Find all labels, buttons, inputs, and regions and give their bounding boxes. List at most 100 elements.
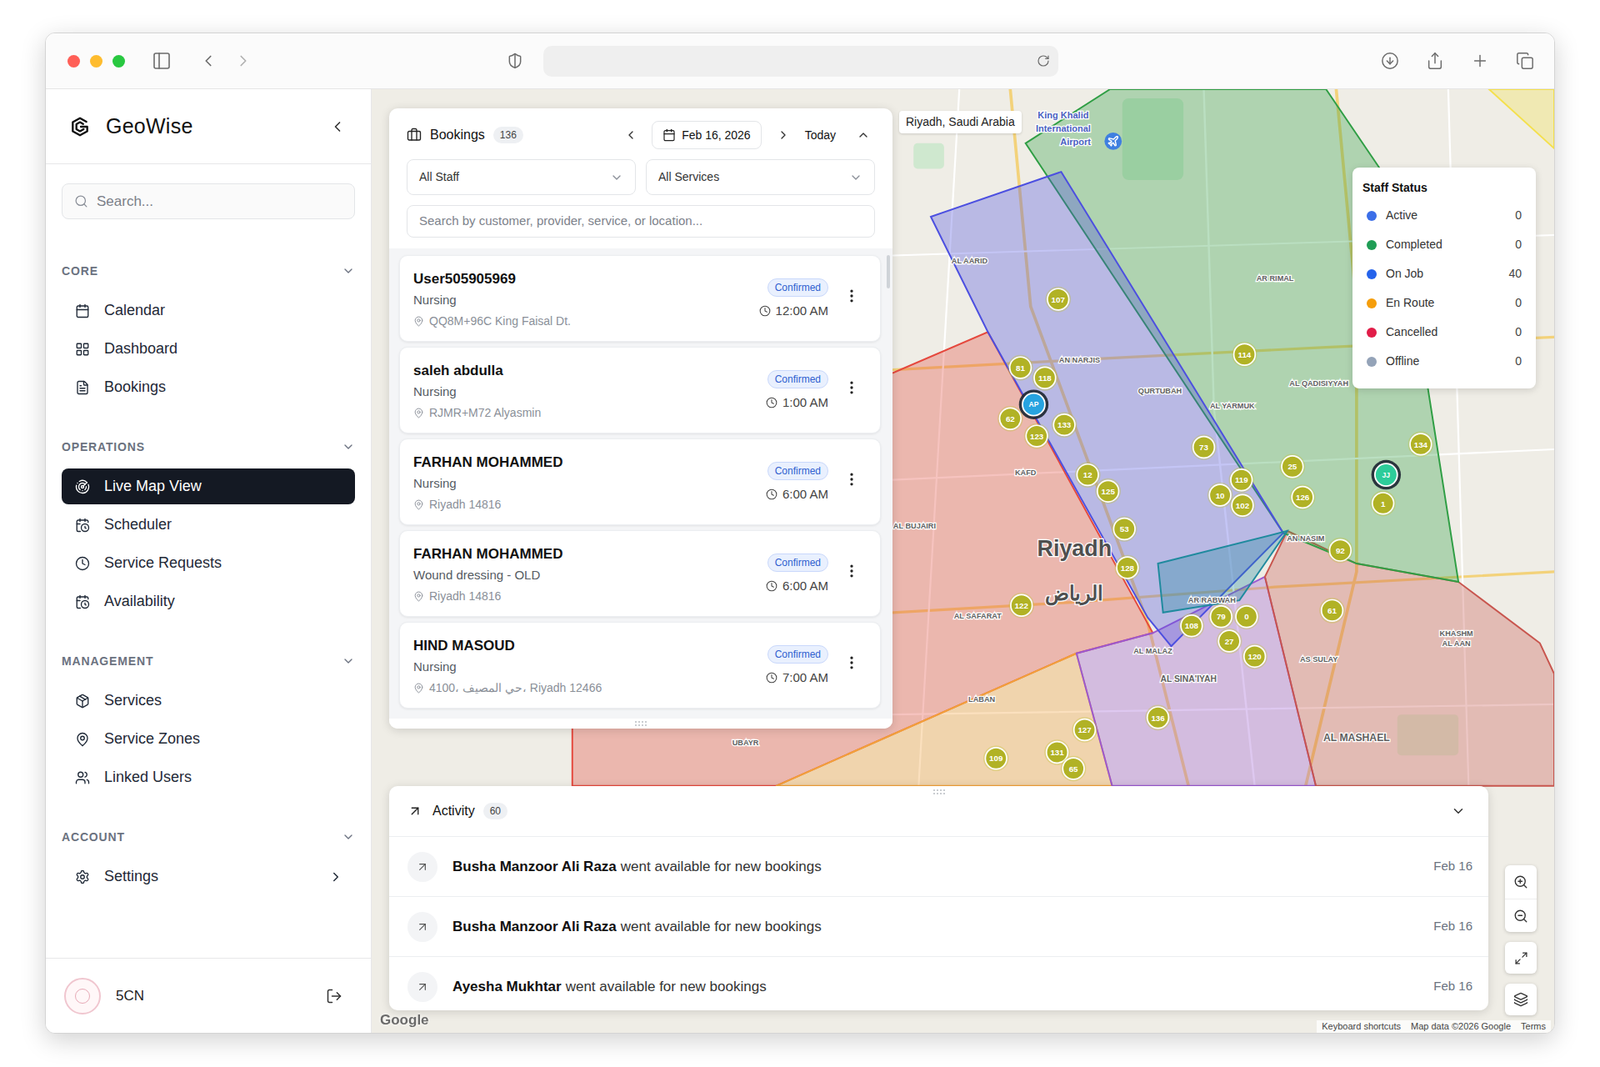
booking-card[interactable]: saleh abdullaNursingRJMR+M72 AlyasminCon… (399, 346, 881, 434)
cluster-marker[interactable]: 114 (1231, 341, 1258, 368)
staff-filter[interactable]: All Staff (406, 159, 636, 195)
cluster-marker[interactable]: 133 (1051, 411, 1078, 438)
staff-status-row[interactable]: Active0 (1352, 200, 1536, 230)
staff-status-row[interactable]: Offline0 (1352, 346, 1536, 376)
booking-card[interactable]: User505905969NursingQQ8M+96C King Faisal… (399, 255, 881, 342)
cluster-marker[interactable]: 119 (1229, 466, 1255, 493)
new-tab-icon[interactable] (1470, 51, 1490, 70)
cluster-marker[interactable]: 125 (1095, 478, 1121, 505)
activity-row[interactable]: Busha Manzoor Ali Razawent available for… (389, 835, 1489, 896)
more-actions-icon[interactable] (843, 287, 860, 305)
sidebar-toggle-icon[interactable] (151, 50, 172, 71)
cluster-marker[interactable]: 81 (1007, 355, 1034, 381)
sidebar-item[interactable]: Settings (61, 858, 355, 895)
fullscreen-button[interactable] (1505, 941, 1537, 974)
terms-link[interactable]: Terms (1520, 1019, 1546, 1033)
previous-day-icon[interactable] (624, 128, 638, 142)
sidebar-item[interactable]: Service Requests (61, 545, 355, 581)
date-picker[interactable]: Feb 16, 2026 (651, 120, 762, 150)
address-bar[interactable] (543, 45, 1059, 77)
section-toggle-icon[interactable] (341, 264, 355, 278)
cluster-marker[interactable]: 107 (1045, 286, 1072, 313)
section-header[interactable]: OPERATIONS (61, 438, 355, 455)
downloads-icon[interactable] (1380, 51, 1400, 70)
privacy-shield-icon[interactable] (506, 52, 524, 70)
today-button[interactable]: Today (805, 126, 836, 145)
sidebar-item[interactable]: Availability (61, 583, 355, 620)
cluster-marker[interactable]: 123 (1024, 423, 1050, 450)
cluster-marker[interactable]: 136 (1145, 705, 1171, 731)
sidebar-item[interactable]: Service Zones (61, 720, 355, 757)
collapse-sidebar-icon[interactable] (329, 118, 346, 135)
sidebar-item[interactable]: Calendar (61, 292, 355, 329)
minimize-button[interactable] (90, 55, 103, 68)
more-actions-icon[interactable] (843, 470, 860, 488)
cluster-marker[interactable]: 118 (1032, 365, 1059, 391)
cluster-marker[interactable]: 27 (1216, 628, 1243, 655)
collapse-panel-icon[interactable] (856, 128, 870, 142)
booking-card[interactable]: FARHAN MOHAMMEDWound dressing - OLDRiyad… (399, 530, 881, 617)
cluster-marker[interactable]: 65 (1060, 755, 1087, 782)
cluster-marker[interactable]: 128 (1115, 555, 1141, 581)
share-icon[interactable] (1425, 51, 1445, 70)
staff-status-row[interactable]: On Job40 (1352, 259, 1536, 289)
sidebar-search-input[interactable] (96, 190, 343, 213)
cluster-marker[interactable]: 109 (983, 745, 1010, 772)
cluster-marker[interactable]: 108 (1179, 612, 1205, 639)
cluster-marker[interactable]: 122 (1009, 592, 1035, 619)
service-zone[interactable] (1489, 89, 1555, 149)
keyboard-shortcuts-link[interactable]: Keyboard shortcuts (1321, 1019, 1401, 1033)
staff-pin[interactable]: JJ (1371, 460, 1401, 490)
sidebar-search[interactable] (61, 183, 355, 220)
back-icon[interactable] (199, 51, 218, 70)
cluster-marker[interactable]: 120 (1241, 643, 1268, 670)
cluster-marker[interactable]: 0 (1234, 603, 1260, 630)
bookings-search[interactable] (406, 205, 875, 238)
next-day-icon[interactable] (776, 128, 790, 142)
zoom-in-button[interactable] (1505, 865, 1537, 899)
resize-handle-icon[interactable] (635, 720, 647, 727)
logout-icon[interactable] (325, 987, 343, 1005)
cluster-marker[interactable]: 102 (1230, 492, 1256, 519)
section-header[interactable]: ACCOUNT (61, 828, 355, 845)
sidebar-item[interactable]: Services (61, 682, 355, 719)
staff-pin[interactable]: AP (1019, 389, 1049, 419)
layers-button[interactable] (1505, 983, 1537, 1015)
cluster-marker[interactable]: 1 (1370, 490, 1396, 517)
staff-status-row[interactable]: Cancelled0 (1352, 317, 1536, 347)
section-header[interactable]: MANAGEMENT (61, 652, 355, 670)
service-zone[interactable] (1158, 530, 1288, 613)
more-actions-icon[interactable] (843, 654, 860, 671)
staff-status-row[interactable]: Completed0 (1352, 230, 1536, 260)
section-toggle-icon[interactable] (341, 654, 355, 668)
section-header[interactable]: CORE (61, 262, 355, 280)
activity-row[interactable]: Ayesha Mukhtarwent available for new boo… (389, 955, 1489, 1010)
section-toggle-icon[interactable] (341, 830, 355, 844)
cluster-marker[interactable]: 126 (1290, 484, 1316, 510)
cluster-marker[interactable]: 61 (1319, 597, 1345, 624)
sidebar-item[interactable]: Linked Users (61, 759, 355, 795)
bookings-search-input[interactable] (419, 211, 863, 231)
cluster-marker[interactable]: 12 (1075, 461, 1101, 488)
user-avatar[interactable] (64, 977, 101, 1015)
more-actions-icon[interactable] (843, 562, 860, 580)
scrollbar-thumb[interactable] (886, 255, 890, 289)
cluster-marker[interactable]: 62 (997, 405, 1024, 432)
forward-icon[interactable] (234, 51, 253, 70)
tabs-overview-icon[interactable] (1515, 51, 1535, 70)
sidebar-item[interactable]: Bookings (61, 369, 355, 405)
sidebar-item[interactable]: Dashboard (61, 330, 355, 367)
cluster-marker[interactable]: 134 (1408, 431, 1435, 458)
staff-status-row[interactable]: En Route0 (1352, 288, 1536, 318)
cluster-marker[interactable]: 127 (1071, 716, 1098, 743)
cluster-marker[interactable]: 73 (1190, 434, 1217, 460)
section-toggle-icon[interactable] (341, 440, 355, 454)
activity-row[interactable]: Busha Manzoor Ali Razawent available for… (389, 895, 1489, 956)
reload-icon[interactable] (1036, 54, 1050, 68)
close-button[interactable] (67, 55, 80, 68)
zoom-button[interactable] (112, 55, 125, 68)
booking-card[interactable]: FARHAN MOHAMMEDNursingRiyadh 14816Confir… (399, 438, 881, 525)
more-actions-icon[interactable] (843, 379, 860, 396)
cluster-marker[interactable]: 92 (1327, 537, 1354, 564)
sidebar-item[interactable]: Scheduler (61, 506, 355, 543)
